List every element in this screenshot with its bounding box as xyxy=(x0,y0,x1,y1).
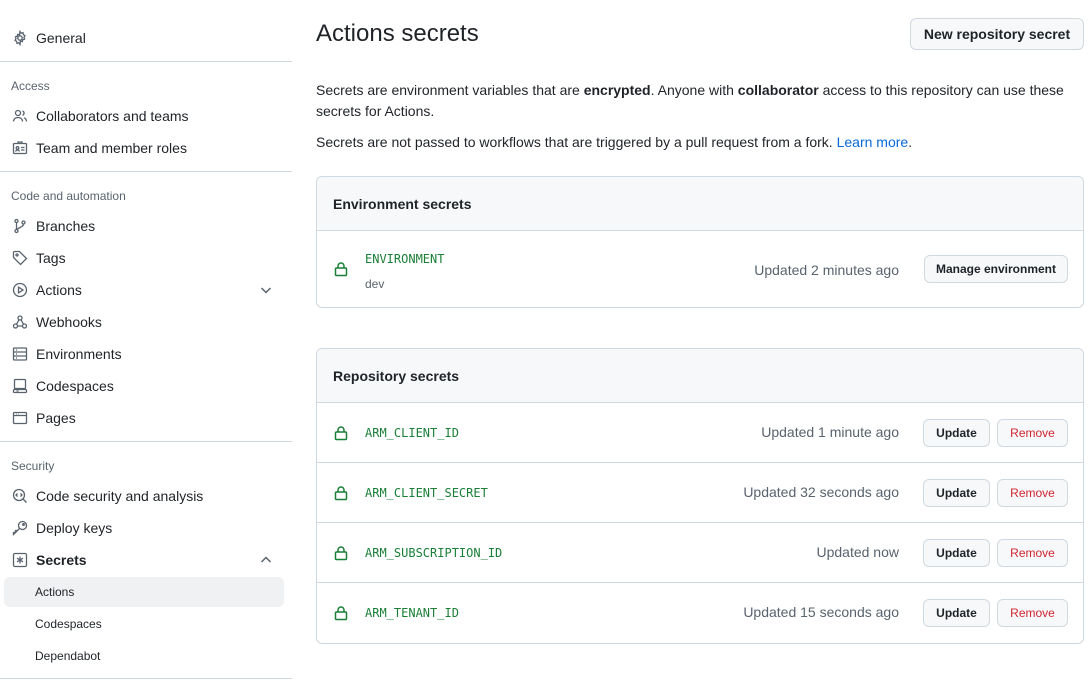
sidebar-item-tags[interactable]: Tags xyxy=(4,242,284,274)
id-badge-icon xyxy=(12,140,28,156)
sidebar-item-label: Collaborators and teams xyxy=(36,108,189,124)
description-encrypted: Secrets are environment variables that a… xyxy=(316,80,1076,122)
sidebar-section-code: Code and automation xyxy=(11,189,126,203)
desc-text: Secrets are not passed to workflows that… xyxy=(316,134,837,150)
sidebar-item-label: Webhooks xyxy=(36,314,102,330)
desc-text: . Anyone with xyxy=(650,82,738,98)
sidebar-item-environments[interactable]: Environments xyxy=(4,338,284,370)
page-title: Actions secrets xyxy=(316,20,479,47)
sidebar-item-label: Actions xyxy=(36,282,82,298)
sidebar-item-actions[interactable]: Actions xyxy=(4,274,284,306)
updated-time: Updated 1 minute ago xyxy=(761,424,899,440)
branch-icon xyxy=(12,218,28,234)
environment-secret-row: ENVIRONMENT dev Updated 2 minutes ago Ma… xyxy=(317,231,1083,307)
sidebar-divider xyxy=(0,441,292,442)
server-icon xyxy=(12,346,28,362)
lock-icon xyxy=(333,261,349,277)
update-button[interactable]: Update xyxy=(923,419,990,447)
desc-text: Secrets are environment variables that a… xyxy=(316,82,584,98)
remove-button[interactable]: Remove xyxy=(997,419,1068,447)
desc-bold: collaborator xyxy=(737,82,819,98)
sidebar-item-label: General xyxy=(36,30,86,46)
sidebar-divider xyxy=(0,61,292,62)
update-button[interactable]: Update xyxy=(923,479,990,507)
secret-name: ENVIRONMENT xyxy=(365,252,445,266)
sidebar-subitem-actions[interactable]: Actions xyxy=(4,577,284,607)
sidebar-divider xyxy=(0,171,292,172)
sidebar-item-label: Secrets xyxy=(36,552,87,568)
update-button[interactable]: Update xyxy=(923,599,990,627)
people-icon xyxy=(12,108,28,124)
play-circle-icon xyxy=(12,282,28,298)
sidebar-item-label: Environments xyxy=(36,346,122,362)
repository-secret-row: ARM_TENANT_ID Updated 15 seconds ago Upd… xyxy=(317,583,1083,643)
desc-text: . xyxy=(908,134,913,150)
secret-name: ARM_TENANT_ID xyxy=(365,606,459,620)
sidebar-section-security: Security xyxy=(11,459,55,473)
browser-icon xyxy=(12,410,28,426)
sidebar-item-label: Codespaces xyxy=(36,378,114,394)
sidebar-item-pages[interactable]: Pages xyxy=(4,402,284,434)
sidebar-item-label: Pages xyxy=(36,410,76,426)
lock-icon xyxy=(333,425,349,441)
sidebar-item-webhooks[interactable]: Webhooks xyxy=(4,306,284,338)
settings-sidebar: General Access Collaborators and teams T… xyxy=(0,0,292,680)
asterisk-box-icon xyxy=(12,552,28,568)
manage-environment-button[interactable]: Manage environment xyxy=(924,255,1068,283)
secret-name: ARM_CLIENT_SECRET xyxy=(365,486,488,500)
remove-button[interactable]: Remove xyxy=(997,479,1068,507)
chevron-up-icon[interactable] xyxy=(258,552,274,568)
codespaces-icon xyxy=(12,378,28,394)
sidebar-subitem-dependabot[interactable]: Dependabot xyxy=(4,641,284,671)
remove-button[interactable]: Remove xyxy=(997,539,1068,567)
sidebar-item-general[interactable]: General xyxy=(4,22,284,54)
secret-name: ARM_SUBSCRIPTION_ID xyxy=(365,546,503,560)
sidebar-item-secrets[interactable]: Secrets xyxy=(4,544,284,576)
updated-time: Updated 32 seconds ago xyxy=(743,484,899,500)
sidebar-item-team-roles[interactable]: Team and member roles xyxy=(4,132,284,164)
lock-icon xyxy=(333,605,349,621)
sidebar-item-codespaces[interactable]: Codespaces xyxy=(4,370,284,402)
sidebar-item-label: Tags xyxy=(36,250,66,266)
environment-secrets-heading: Environment secrets xyxy=(317,177,1083,231)
sidebar-item-branches[interactable]: Branches xyxy=(4,210,284,242)
repository-secrets-box: Repository secrets ARM_CLIENT_ID Updated… xyxy=(316,348,1084,644)
repository-secret-row: ARM_SUBSCRIPTION_ID Updated now Update R… xyxy=(317,523,1083,583)
chevron-down-icon[interactable] xyxy=(258,282,274,298)
repository-secret-row: ARM_CLIENT_ID Updated 1 minute ago Updat… xyxy=(317,403,1083,463)
sidebar-section-access: Access xyxy=(11,79,50,93)
learn-more-link[interactable]: Learn more xyxy=(837,134,909,150)
secret-name: ARM_CLIENT_ID xyxy=(365,426,459,440)
repository-secret-row: ARM_CLIENT_SECRET Updated 32 seconds ago… xyxy=(317,463,1083,523)
sidebar-item-label: Branches xyxy=(36,218,96,234)
sidebar-item-label: Code security and analysis xyxy=(36,488,204,504)
lock-icon xyxy=(333,485,349,501)
environment-secrets-box: Environment secrets ENVIRONMENT dev Upda… xyxy=(316,176,1084,308)
updated-time: Updated 2 minutes ago xyxy=(754,262,899,278)
gear-icon xyxy=(12,30,28,46)
sidebar-divider xyxy=(0,678,292,679)
description-fork: Secrets are not passed to workflows that… xyxy=(316,132,1076,153)
sidebar-item-label: Team and member roles xyxy=(36,140,187,156)
key-icon xyxy=(12,520,28,536)
repository-secrets-heading: Repository secrets xyxy=(317,349,1083,403)
sidebar-item-deploy-keys[interactable]: Deploy keys xyxy=(4,512,284,544)
lock-icon xyxy=(333,545,349,561)
desc-bold: encrypted xyxy=(583,82,651,98)
sidebar-item-collaborators[interactable]: Collaborators and teams xyxy=(4,100,284,132)
update-button[interactable]: Update xyxy=(923,539,990,567)
sidebar-subitem-codespaces[interactable]: Codespaces xyxy=(4,609,284,639)
tag-icon xyxy=(12,250,28,266)
updated-time: Updated 15 seconds ago xyxy=(743,604,899,620)
sidebar-item-code-security[interactable]: Code security and analysis xyxy=(4,480,284,512)
webhook-icon xyxy=(12,314,28,330)
remove-button[interactable]: Remove xyxy=(997,599,1068,627)
codescan-icon xyxy=(12,488,28,504)
updated-time: Updated now xyxy=(816,544,899,560)
environment-name: dev xyxy=(365,277,385,291)
sidebar-item-label: Deploy keys xyxy=(36,520,113,536)
new-repository-secret-button[interactable]: New repository secret xyxy=(910,18,1084,50)
